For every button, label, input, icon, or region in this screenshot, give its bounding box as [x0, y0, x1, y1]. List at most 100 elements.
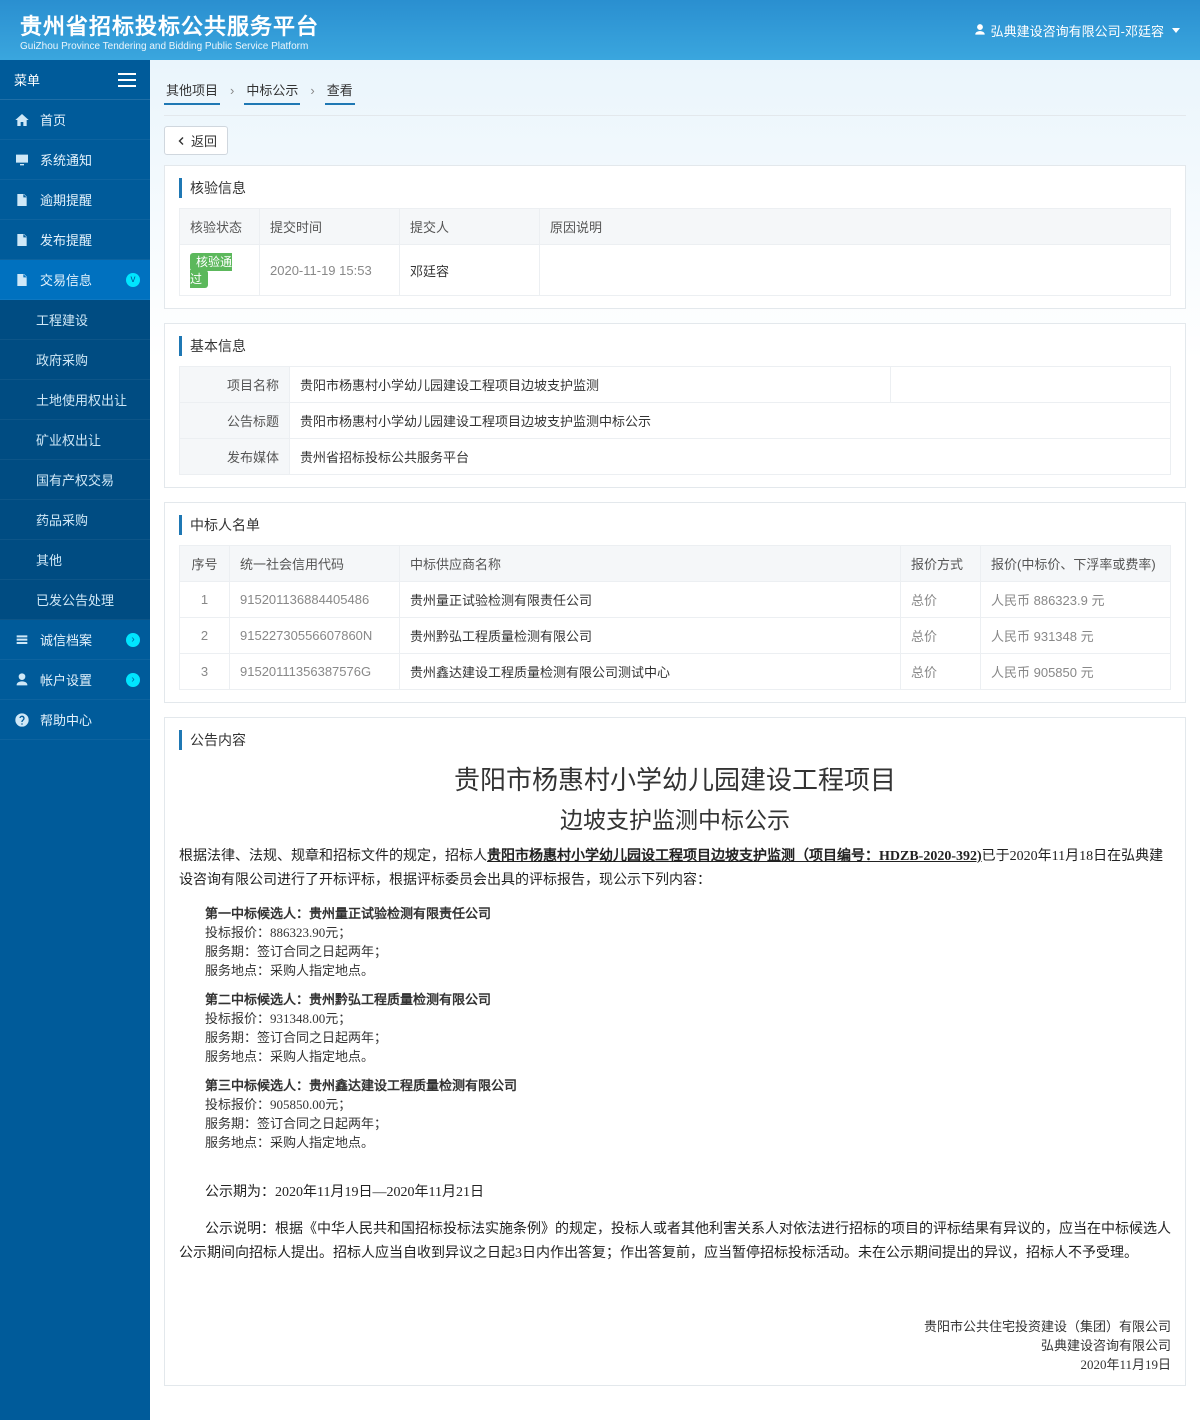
- doc-icon: [14, 232, 30, 248]
- sidebar-item[interactable]: 逾期提醒: [0, 180, 150, 220]
- sidebar-item[interactable]: 首页: [0, 100, 150, 140]
- sidebar-item[interactable]: 帐户设置 ›: [0, 660, 150, 700]
- candidate-location: 服务地点：采购人指定地点。: [205, 1046, 1171, 1065]
- panel-title: 核验信息: [179, 178, 1171, 198]
- col-price: 报价(中标价、下浮率或费率): [981, 546, 1171, 582]
- monitor-icon: [14, 152, 30, 168]
- sidebar-subitem-label: 药品采购: [36, 510, 88, 529]
- main-content: 其他项目 › 中标公示 › 查看 返回 核验信息 核验状态 提交时间 提交人 原…: [150, 60, 1200, 1420]
- user-label: 弘典建设咨询有限公司-邓廷容: [991, 21, 1164, 40]
- sidebar-subitem[interactable]: 已发公告处理: [0, 580, 150, 620]
- sidebar-item-label: 帮助中心: [40, 710, 92, 729]
- menu-label: 菜单: [14, 70, 40, 89]
- label: 公告标题: [180, 403, 290, 439]
- sidebar-subitem[interactable]: 土地使用权出让: [0, 380, 150, 420]
- audit-submitter: 邓廷容: [400, 245, 540, 296]
- sidebar-item-label: 交易信息: [40, 270, 92, 289]
- user-icon: [973, 23, 987, 37]
- col-reason: 原因说明: [540, 209, 1171, 245]
- cell-name: 贵州量正试验检测有限责任公司: [400, 582, 901, 618]
- sidebar-item[interactable]: 交易信息 v: [0, 260, 150, 300]
- sidebar-subitem-label: 土地使用权出让: [36, 390, 127, 409]
- candidate-price: 投标报价：931348.00元；: [205, 1008, 1171, 1027]
- sidebar-item-label: 发布提醒: [40, 230, 92, 249]
- cell-code: 91520111356387576G: [230, 654, 400, 690]
- sidebar-item-label: 诚信档案: [40, 630, 92, 649]
- breadcrumb-item[interactable]: 中标公示: [244, 76, 300, 105]
- label: 项目名称: [180, 367, 290, 403]
- sidebar-subitem-label: 已发公告处理: [36, 590, 114, 609]
- back-button[interactable]: 返回: [164, 126, 228, 155]
- doc-icon: [14, 272, 30, 288]
- panel-audit: 核验信息 核验状态 提交时间 提交人 原因说明 核验通过 2020-11-19 …: [164, 165, 1186, 309]
- help-icon: [14, 712, 30, 728]
- panel-winners: 中标人名单 序号 统一社会信用代码 中标供应商名称 报价方式 报价(中标价、下浮…: [164, 502, 1186, 703]
- breadcrumb: 其他项目 › 中标公示 › 查看: [164, 70, 1186, 116]
- cell-no: 3: [180, 654, 230, 690]
- sidebar-item[interactable]: 诚信档案 ›: [0, 620, 150, 660]
- candidate-location: 服务地点：采购人指定地点。: [205, 960, 1171, 979]
- sidebar-item-label: 帐户设置: [40, 670, 92, 689]
- top-header: 贵州省招标投标公共服务平台 GuiZhou Province Tendering…: [0, 0, 1200, 60]
- candidate-block: 第二中标候选人：贵州黔弘工程质量检测有限公司投标报价：931348.00元；服务…: [205, 989, 1171, 1065]
- panel-title: 基本信息: [179, 336, 1171, 356]
- project-code: 贵阳市杨惠村小学幼儿园设工程项目边坡支护监测（项目编号：HDZB-2020-39…: [487, 849, 982, 864]
- sidebar-subitem-label: 矿业权出让: [36, 430, 101, 449]
- expand-indicator: v: [126, 273, 140, 287]
- announcement-subtitle: 边坡支护监测中标公示: [179, 801, 1171, 835]
- winners-table: 序号 统一社会信用代码 中标供应商名称 报价方式 报价(中标价、下浮率或费率) …: [179, 545, 1171, 690]
- sidebar-subitem[interactable]: 矿业权出让: [0, 420, 150, 460]
- sidebar-subitem[interactable]: 国有产权交易: [0, 460, 150, 500]
- panel-basic: 基本信息 项目名称 贵阳市杨惠村小学幼儿园建设工程项目边坡支护监测 公告标题 贵…: [164, 323, 1186, 488]
- candidate-period: 服务期：签订合同之日起两年；: [205, 1027, 1171, 1046]
- cell-method: 总价: [901, 582, 981, 618]
- breadcrumb-item[interactable]: 查看: [325, 76, 355, 105]
- candidate-price: 投标报价：905850.00元；: [205, 1094, 1171, 1113]
- announcement-title: 贵阳市杨惠村小学幼儿园建设工程项目: [179, 760, 1171, 797]
- brand: 贵州省招标投标公共服务平台 GuiZhou Province Tendering…: [20, 9, 319, 52]
- cell-code: 91522730556607860N: [230, 618, 400, 654]
- cell-no: 1: [180, 582, 230, 618]
- cell-price: 人民币 905850 元: [981, 654, 1171, 690]
- sidebar-item[interactable]: 发布提醒: [0, 220, 150, 260]
- audit-time: 2020-11-19 15:53: [260, 245, 400, 296]
- sidebar-item[interactable]: 帮助中心: [0, 700, 150, 740]
- col-method: 报价方式: [901, 546, 981, 582]
- panel-content: 公告内容 贵阳市杨惠村小学幼儿园建设工程项目 边坡支护监测中标公示 根据法律、法…: [164, 717, 1186, 1386]
- announcement-intro: 根据法律、法规、规章和招标文件的规定，招标人贵阳市杨惠村小学幼儿园设工程项目边坡…: [179, 845, 1171, 893]
- table-row: 1915201136884405486贵州量正试验检测有限责任公司总价人民币 8…: [180, 582, 1171, 618]
- sidebar-subitem[interactable]: 其他: [0, 540, 150, 580]
- candidate-block: 第三中标候选人：贵州鑫达建设工程质量检测有限公司投标报价：905850.00元；…: [205, 1075, 1171, 1151]
- signature-line: 2020年11月19日: [179, 1354, 1171, 1373]
- sidebar-subitem[interactable]: 工程建设: [0, 300, 150, 340]
- menu-toggle-icon[interactable]: [118, 73, 136, 87]
- label: 发布媒体: [180, 439, 290, 475]
- breadcrumb-sep: ›: [230, 83, 234, 98]
- sidebar-subitem[interactable]: 药品采购: [0, 500, 150, 540]
- col-time: 提交时间: [260, 209, 400, 245]
- sidebar-subitem-label: 工程建设: [36, 310, 88, 329]
- publicity-period: 公示期为：2020年11月19日—2020年11月21日: [179, 1181, 1171, 1205]
- candidate-block: 第一中标候选人：贵州量正试验检测有限责任公司投标报价：886323.90元；服务…: [205, 903, 1171, 979]
- sidebar-item[interactable]: 系统通知: [0, 140, 150, 180]
- sidebar-subitem-label: 国有产权交易: [36, 470, 114, 489]
- cell-price: 人民币 886323.9 元: [981, 582, 1171, 618]
- signature-line: 弘典建设咨询有限公司: [179, 1335, 1171, 1354]
- breadcrumb-sep: ›: [310, 83, 314, 98]
- cell-no: 2: [180, 618, 230, 654]
- user-menu[interactable]: 弘典建设咨询有限公司-邓廷容: [973, 21, 1180, 40]
- value-empty: [891, 367, 1171, 403]
- sidebar-subitem-label: 其他: [36, 550, 62, 569]
- expand-indicator: ›: [126, 673, 140, 687]
- doc-icon: [14, 192, 30, 208]
- sidebar-subitem[interactable]: 政府采购: [0, 340, 150, 380]
- brand-title-en: GuiZhou Province Tendering and Bidding P…: [20, 41, 319, 52]
- brand-title-cn: 贵州省招标投标公共服务平台: [20, 9, 319, 41]
- signature-line: 贵阳市公共住宅投资建设（集团）有限公司: [179, 1316, 1171, 1335]
- expand-indicator: ›: [126, 633, 140, 647]
- value: 贵州省招标投标公共服务平台: [290, 439, 1171, 475]
- cell-price: 人民币 931348 元: [981, 618, 1171, 654]
- panel-title: 中标人名单: [179, 515, 1171, 535]
- breadcrumb-item[interactable]: 其他项目: [164, 76, 220, 105]
- user-icon: [14, 672, 30, 688]
